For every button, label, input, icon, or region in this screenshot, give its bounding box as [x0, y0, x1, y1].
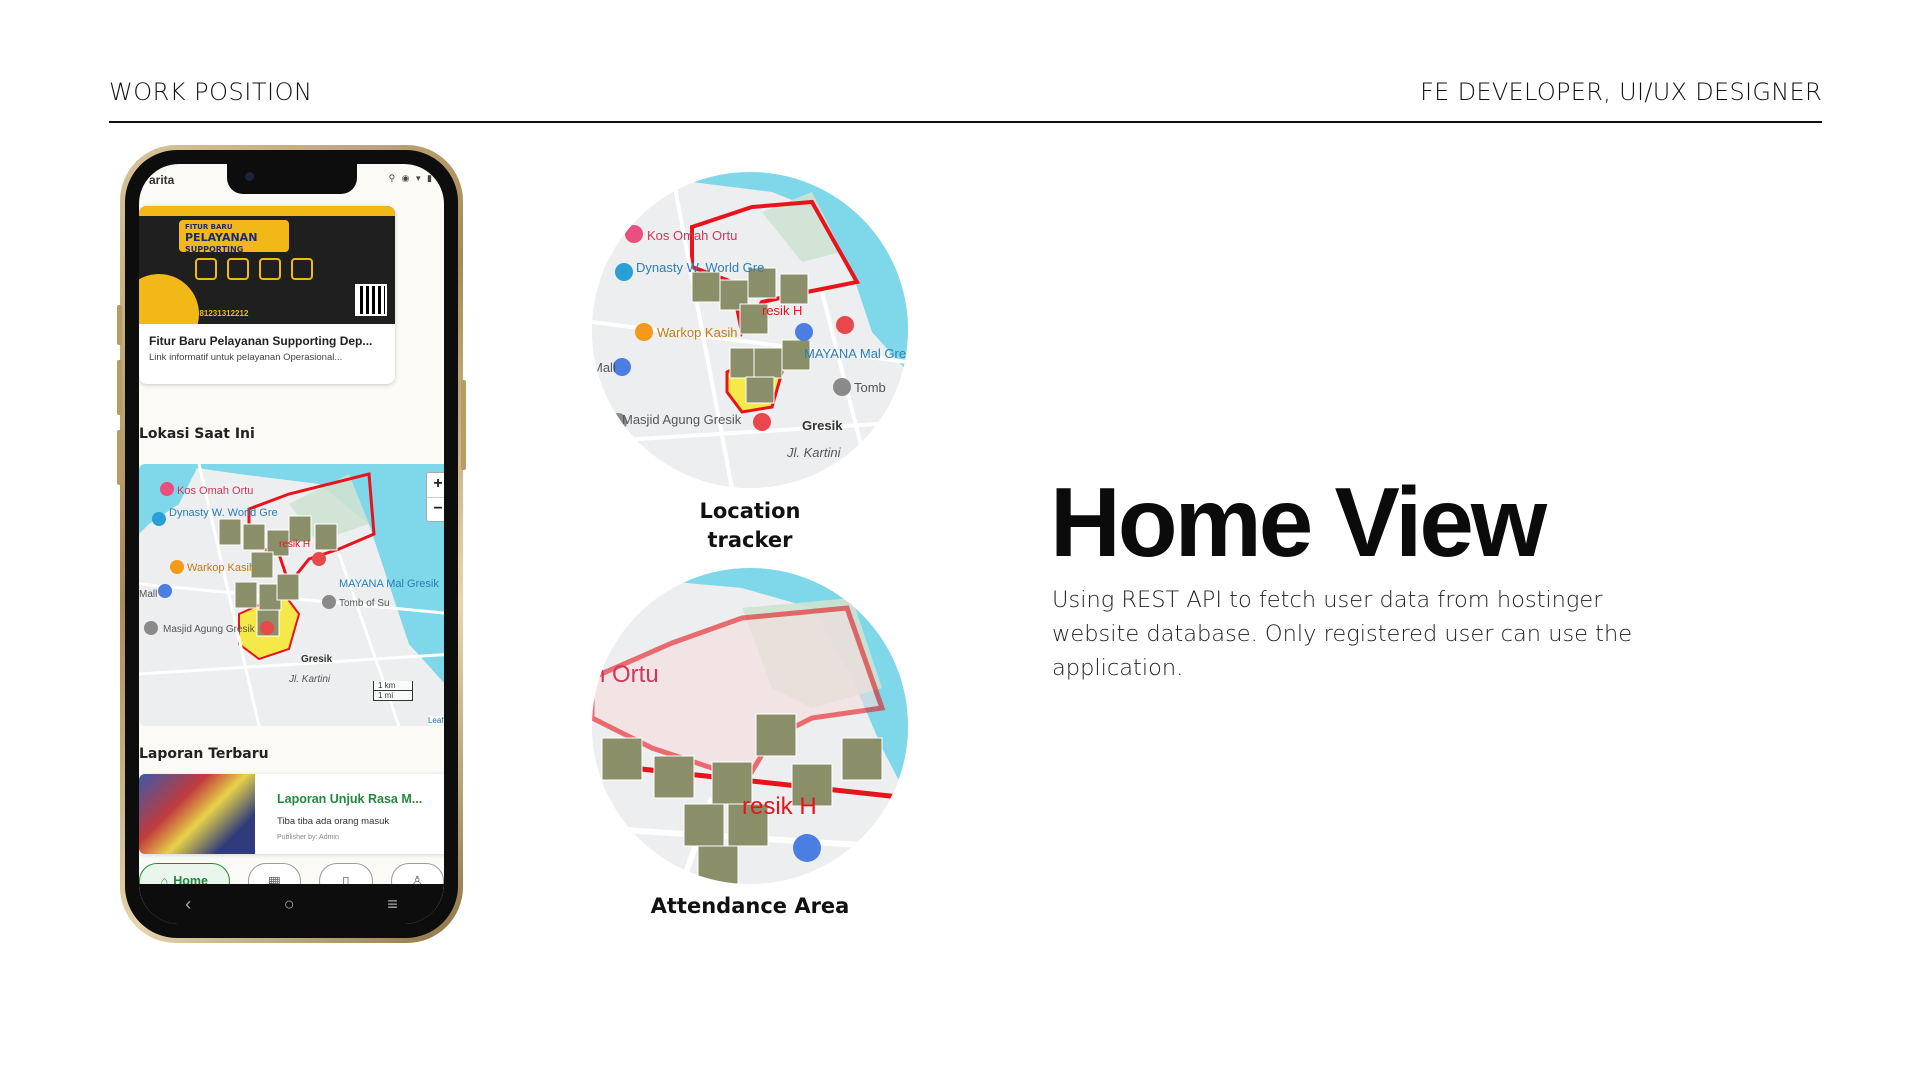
feature-icon — [259, 258, 281, 280]
page-title: Home View — [1050, 467, 1547, 577]
promo-banner-image: FITUR BARU PELAYANAN SUPPORTING 08123131… — [139, 206, 395, 324]
feature-icon — [227, 258, 249, 280]
role-label: FE DEVELOPER, UI/UX DESIGNER — [1420, 78, 1822, 106]
promo-badge-line: SUPPORTING — [185, 244, 244, 254]
tracker-label-tomb: Tomb — [854, 380, 886, 395]
back-icon[interactable]: ‹ — [185, 894, 191, 915]
map-label-kos: Kos Omah Ortu — [177, 485, 253, 497]
map-label-masjid: Masjid Agung Gresik — [163, 624, 256, 635]
report-subtitle: Tiba tiba ada orang masuk — [277, 816, 390, 827]
phone-side-button — [117, 430, 122, 485]
map-label-gresik-h: resik H — [279, 539, 310, 550]
promo-badge: FITUR BARU PELAYANAN SUPPORTING — [179, 220, 289, 254]
map-label-warkop: Warkop Kasih — [187, 562, 255, 574]
map-label-gresik: Gresik — [301, 654, 333, 665]
zoom-out-button[interactable]: − — [427, 497, 444, 521]
location-tracker-label-line: tracker — [707, 528, 793, 553]
promo-feature-icons — [195, 258, 313, 280]
promo-stripe — [139, 274, 199, 324]
report-meta: Publisher by: Admin — [277, 834, 339, 841]
map-label-tomb: Tomb of Su — [339, 598, 390, 609]
system-nav-bar: ‹ ○ ≡ — [139, 884, 444, 924]
attendance-area-map: h Ortu resik H — [592, 568, 908, 884]
tracker-label-masjid: Masjid Agung Gresik — [622, 412, 742, 427]
report-title: Laporan Unjuk Rasa M... — [277, 792, 423, 806]
qr-code-icon — [355, 284, 387, 316]
location-tracker-map: Kos Omah Ortu Dynasty W. World Gre Warko… — [592, 172, 908, 488]
page-description: Using REST API to fetch user data from h… — [1052, 587, 1633, 681]
attendance-label-gresik-h: resik H — [742, 793, 817, 820]
promo-title: Fitur Baru Pelayanan Supporting Dep... — [149, 334, 373, 348]
home-circle-icon[interactable]: ○ — [284, 894, 295, 915]
promo-badge-line: FITUR BARU — [185, 223, 233, 231]
scale-km: 1 km — [373, 681, 413, 691]
tracker-label-mayana: MAYANA Mal Gres — [804, 346, 908, 361]
promo-card[interactable]: FITUR BARU PELAYANAN SUPPORTING 08123131… — [139, 206, 395, 384]
attendance-label-ortu: h Ortu — [592, 661, 659, 688]
attendance-area-label: Attendance Area — [650, 894, 850, 918]
tracker-label-dynasty: Dynasty W. World Gre — [636, 260, 764, 275]
phone-screen: arita ⚲ ◉ ▾ ▮ FITUR BARU PELAYANAN SUPPO… — [139, 164, 444, 924]
phone-side-button — [117, 305, 122, 345]
tracker-label-gresik-h: resik H — [762, 303, 802, 318]
scale-mi: 1 mi — [373, 691, 413, 701]
feature-icon — [195, 258, 217, 280]
phone-mockup: arita ⚲ ◉ ▾ ▮ FITUR BARU PELAYANAN SUPPO… — [117, 145, 466, 943]
tracker-label-kartini: Jl. Kartini — [786, 445, 842, 460]
map-scale: 1 km 1 mi — [373, 681, 413, 701]
promo-band — [139, 206, 395, 216]
promo-subtitle: Link informatif untuk pelayanan Operasio… — [149, 352, 343, 363]
map-label-kartini: Jl. Kartini — [288, 674, 331, 685]
map-label-mayana: MAYANA Mal Gresik — [339, 578, 439, 590]
location-tracker-label-line: Location — [699, 499, 801, 523]
work-position-label: WORK POSITION — [109, 78, 313, 106]
latest-reports-heading: Laporan Terbaru — [139, 746, 269, 762]
location-tracker-label: Location tracker — [650, 497, 850, 556]
tracker-label-gresik: Gresik — [802, 418, 843, 433]
status-time: arita — [149, 173, 175, 187]
leaflet-attribution-link[interactable]: Leaflet — [427, 716, 444, 725]
phone-side-button — [117, 360, 122, 415]
phone-side-button — [461, 380, 466, 470]
camera-icon — [244, 172, 254, 181]
location-map[interactable]: Kos Omah Ortu Dynasty W. World Gre MAYAN… — [139, 464, 444, 726]
report-image — [139, 774, 255, 854]
tracker-label-kos: Kos Omah Ortu — [647, 228, 737, 243]
tracker-label-warkop: Warkop Kasih — [657, 325, 737, 340]
status-icons: ⚲ ◉ ▾ ▮ — [388, 173, 434, 183]
promo-phone-number: 081231312212 — [195, 309, 249, 318]
menu-icon[interactable]: ≡ — [387, 894, 398, 915]
location-tracker-graphic: Kos Omah Ortu Dynasty W. World Gre Warko… — [592, 172, 908, 488]
header-divider — [109, 121, 1822, 123]
promo-badge-line: PELAYANAN — [185, 231, 258, 245]
phone-notch — [226, 164, 357, 194]
zoom-in-button[interactable]: + — [427, 473, 444, 497]
tracker-label-mall: Mall — [592, 360, 616, 375]
map-label-mall: Mall — [139, 589, 157, 600]
feature-icon — [291, 258, 313, 280]
map-zoom-control: + − — [426, 472, 444, 522]
map-label-dynasty: Dynasty W. World Gre — [169, 507, 278, 519]
attendance-area-graphic: h Ortu resik H — [592, 568, 908, 884]
report-card[interactable]: Laporan Unjuk Rasa M... Tiba tiba ada or… — [139, 774, 444, 854]
current-location-heading: Lokasi Saat Ini — [139, 426, 255, 442]
